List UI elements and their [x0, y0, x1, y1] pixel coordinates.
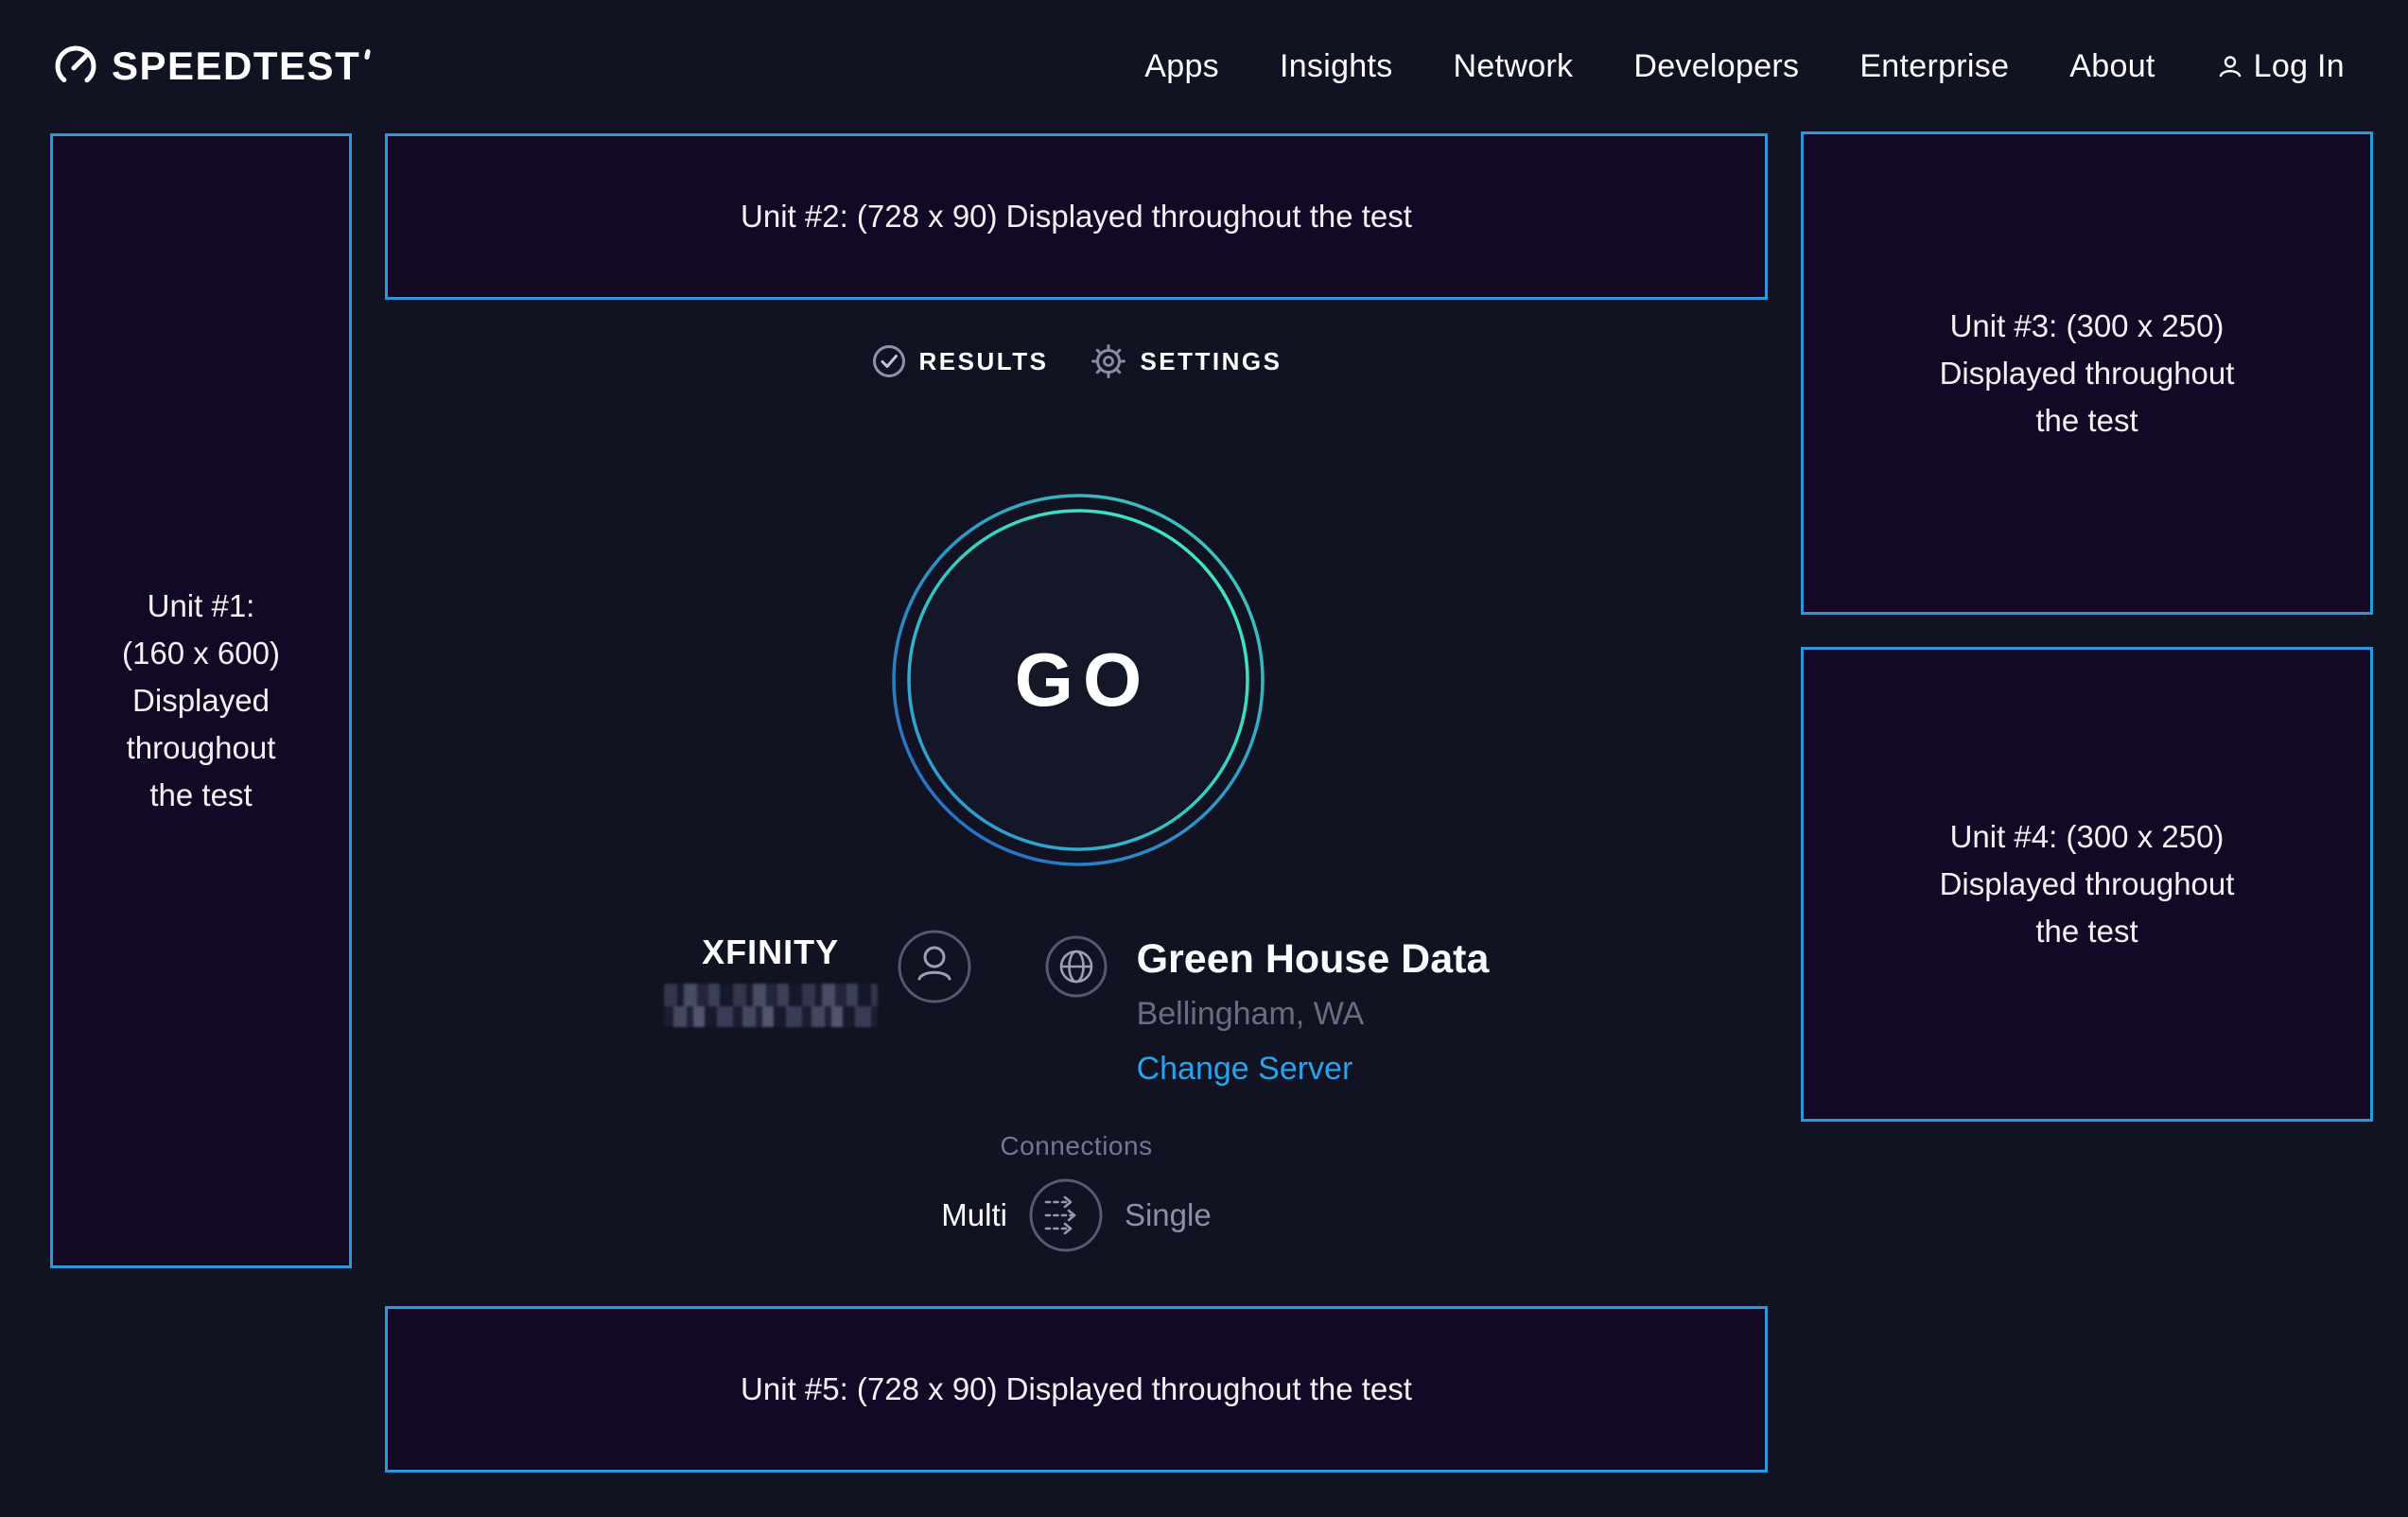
nav-item-insights[interactable]: Insights	[1280, 48, 1393, 85]
connections-label: Connections	[385, 1131, 1768, 1161]
connections-toggle[interactable]	[1028, 1177, 1104, 1253]
ad-text-line: Displayed throughout	[1804, 861, 2370, 908]
server-name: Green House Data	[1137, 936, 1490, 982]
ad-text-line: Unit #4: (300 x 250)	[1804, 813, 2370, 861]
multi-option[interactable]: Multi	[941, 1197, 1007, 1233]
nav-item-network[interactable]: Network	[1454, 48, 1574, 85]
ad-text-line: Unit #3: (300 x 250)	[1804, 303, 2370, 350]
ad-text-line: Displayed throughout	[1804, 350, 2370, 397]
gear-icon	[1090, 342, 1127, 380]
connection-info-row: XFINITY Green House Data	[385, 929, 1768, 1088]
isp-user-icon	[897, 929, 972, 1004]
ad-text-line: the test	[1804, 908, 2370, 955]
check-circle-icon	[871, 343, 907, 379]
server-block: Green House Data Bellingham, WA Change S…	[1137, 936, 1490, 1088]
single-option[interactable]: Single	[1125, 1197, 1212, 1233]
trademark-icon	[364, 48, 371, 60]
ad-text-line: Unit #1:	[53, 583, 349, 630]
multi-connections-icon	[1028, 1177, 1104, 1253]
logo-wordmark: SPEEDTEST	[112, 44, 360, 89]
tab-settings[interactable]: SETTINGS	[1090, 342, 1282, 380]
user-icon	[2216, 52, 2244, 80]
server-location: Bellingham, WA	[1137, 995, 1490, 1033]
redacted-ip-address	[664, 984, 878, 1027]
login-label: Log In	[2254, 48, 2345, 85]
go-label: GO	[889, 491, 1267, 869]
nav-item-developers[interactable]: Developers	[1633, 48, 1799, 85]
ad-text-line: Unit #5: (728 x 90) Displayed throughout…	[388, 1366, 1765, 1413]
ad-text-line: the test	[53, 772, 349, 819]
nav-item-enterprise[interactable]: Enterprise	[1859, 48, 2009, 85]
go-button[interactable]: GO	[889, 491, 1267, 869]
ad-unit-1[interactable]: Unit #1: (160 x 600) Displayed throughou…	[50, 133, 352, 1268]
tab-results-label: RESULTS	[919, 347, 1049, 376]
ad-unit-2[interactable]: Unit #2: (728 x 90) Displayed throughout…	[385, 133, 1768, 300]
ad-text-line: throughout	[53, 724, 349, 772]
view-tabs: RESULTS SETTINGS	[385, 342, 1768, 380]
isp-name: XFINITY	[702, 933, 839, 972]
speedometer-gauge-icon	[53, 44, 98, 89]
ad-unit-4[interactable]: Unit #4: (300 x 250) Displayed throughou…	[1801, 647, 2373, 1122]
speedtest-logo[interactable]: SPEEDTEST	[53, 44, 370, 89]
top-nav-bar: SPEEDTEST Apps Insights Network Develope…	[0, 0, 2408, 132]
ad-text-line: Unit #2: (728 x 90) Displayed throughout…	[388, 193, 1765, 240]
ad-text-line: the test	[1804, 397, 2370, 445]
nav-item-apps[interactable]: Apps	[1144, 48, 1219, 85]
login-button[interactable]: Log In	[2216, 48, 2345, 85]
tab-settings-label: SETTINGS	[1140, 347, 1282, 376]
change-server-link[interactable]: Change Server	[1137, 1050, 1490, 1088]
ad-unit-3[interactable]: Unit #3: (300 x 250) Displayed throughou…	[1801, 131, 2373, 615]
speedtest-page: SPEEDTEST Apps Insights Network Develope…	[0, 0, 2408, 1517]
ad-text-line: Displayed	[53, 677, 349, 724]
ad-text-line: (160 x 600)	[53, 630, 349, 677]
main-nav: Apps Insights Network Developers Enterpr…	[1144, 0, 2345, 132]
ad-unit-5[interactable]: Unit #5: (728 x 90) Displayed throughout…	[385, 1306, 1768, 1473]
connection-mode-row: Multi Single	[385, 1177, 1768, 1253]
server-globe-icon	[1044, 934, 1108, 999]
tab-results[interactable]: RESULTS	[871, 343, 1049, 379]
nav-item-about[interactable]: About	[2069, 48, 2155, 85]
isp-block: XFINITY	[664, 933, 878, 1027]
